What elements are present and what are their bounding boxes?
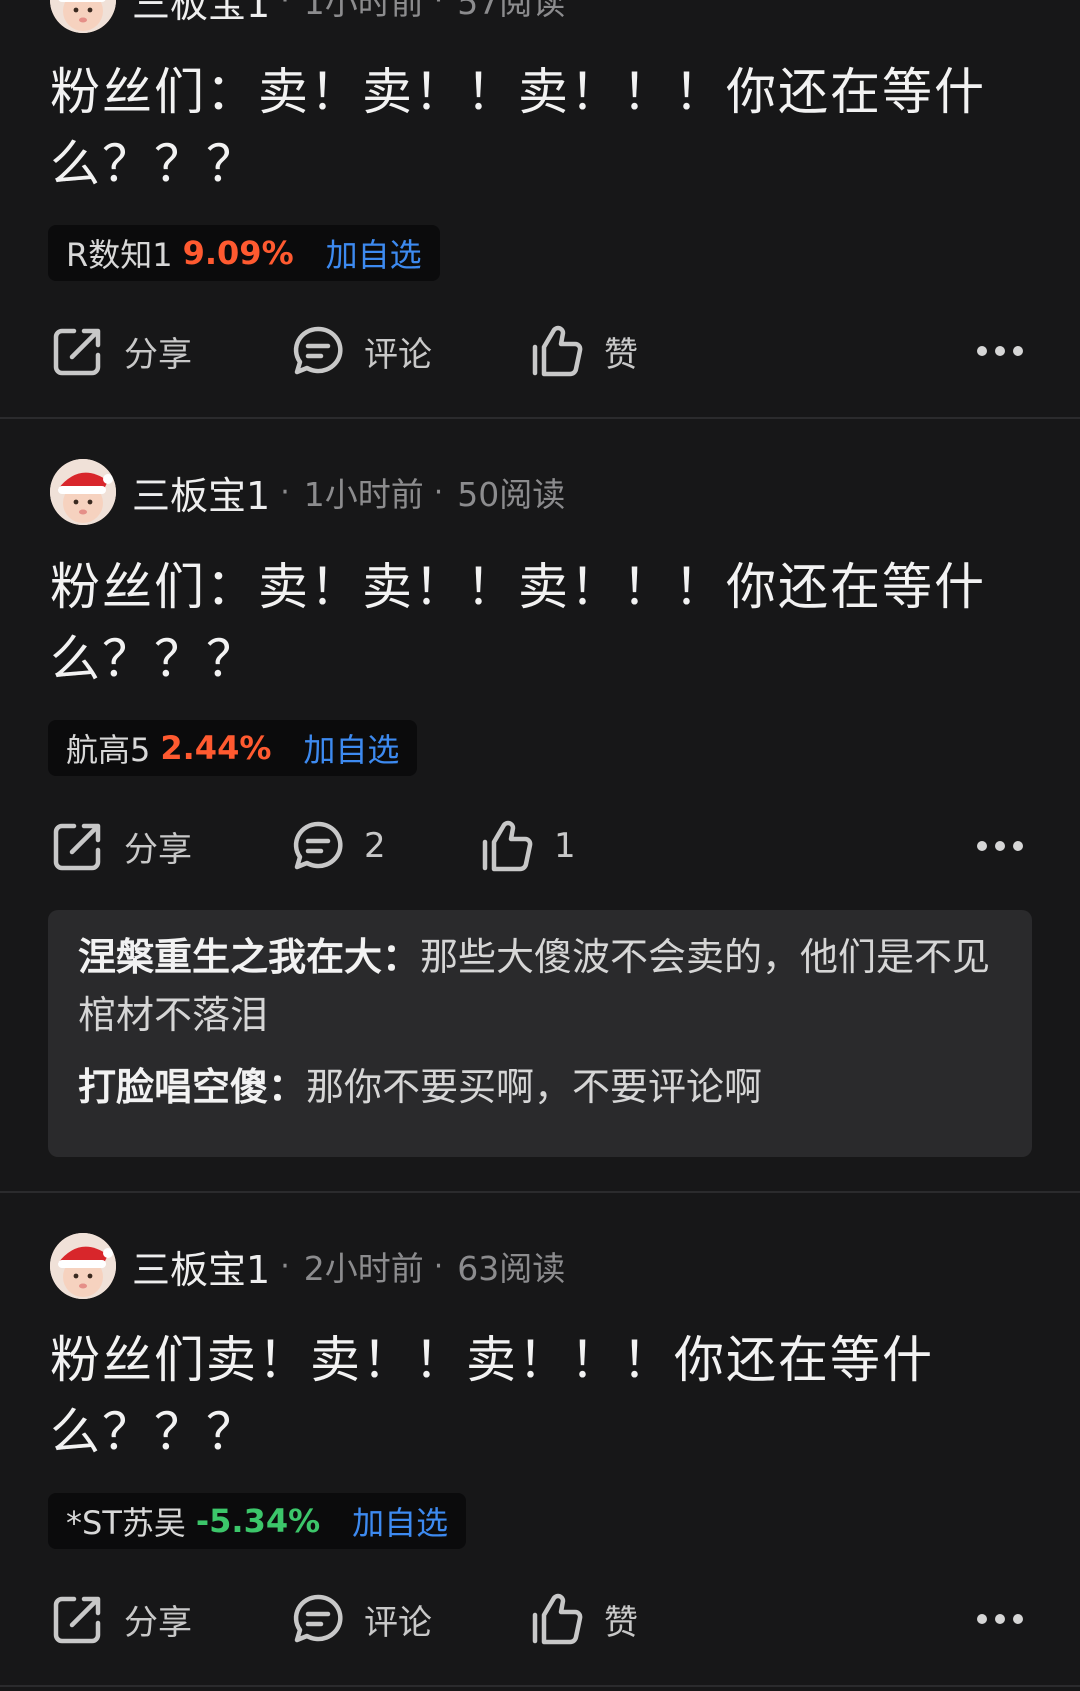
divider [0,1191,1080,1193]
post-header: 三板宝1 · 1小时前 · 50阅读 [50,458,565,526]
divider [0,417,1080,419]
add-watchlist-button[interactable]: 加自选 [303,725,399,771]
like-button[interactable]: 赞 [530,321,638,381]
share-button[interactable]: 分享 [50,1589,192,1649]
read-count: 50阅读 [457,475,566,514]
thumbs-up-icon [480,818,536,874]
comment-item[interactable]: 涅槃重生之我在大：那些大傻波不会卖的，他们是不见棺材不落泪 [78,928,1002,1044]
more-icon [970,816,1030,876]
comment-label: 评论 [364,334,432,375]
stock-change: 2.44% [160,729,272,767]
more-icon [970,321,1030,381]
post-text[interactable]: 粉丝们：卖！卖！！卖！！！你还在等什么？？？ [50,551,1030,695]
post-header: 三板宝1 · 2小时前 · 63阅读 [50,1232,565,1300]
post-text[interactable]: 粉丝们：卖！卖！！卖！！！你还在等什么？？？ [50,56,1030,200]
more-icon [970,1589,1030,1649]
post-header: 三板宝1 · 1小时前 · 57阅读 [50,0,565,34]
thumbs-up-icon [530,323,586,379]
more-button[interactable] [970,1589,1030,1649]
action-bar: 分享 2 1 [50,816,1030,876]
more-button[interactable] [970,816,1030,876]
separator-dot: · [280,474,290,510]
action-bar: 分享 评论 赞 [50,1589,1030,1649]
thumbs-up-icon [530,1591,586,1647]
add-watchlist-button[interactable]: 加自选 [352,1498,448,1544]
separator-dot: · [433,1248,444,1284]
author-name[interactable]: 三板宝1 [132,1239,270,1294]
avatar[interactable] [50,1233,116,1299]
share-icon [50,323,106,379]
comment-author[interactable]: 打脸唱空傻： [78,1065,306,1109]
like-count: 1 [554,826,576,866]
stock-change: 9.09% [182,234,294,272]
share-label: 分享 [124,1602,192,1643]
stock-tag[interactable]: 航高5 2.44% 加自选 [48,720,418,776]
post-text[interactable]: 粉丝们卖！卖！！卖！！！你还在等什么？？？ [50,1324,990,1468]
separator-dot: · [433,0,444,18]
author-name[interactable]: 三板宝1 [132,0,270,28]
comment-author[interactable]: 涅槃重生之我在大： [78,935,420,979]
share-button[interactable]: 分享 [50,816,192,876]
post-time: 1小时前 [303,0,424,22]
add-watchlist-button[interactable]: 加自选 [326,230,422,276]
stock-name: 航高5 [66,731,151,769]
comment-icon [290,1591,346,1647]
share-icon [50,1591,106,1647]
post-time: 2小时前 [303,1249,424,1288]
like-label: 赞 [604,1602,638,1643]
divider [0,1685,1080,1687]
separator-dot: · [280,0,290,18]
share-label: 分享 [124,334,192,375]
comment-icon [290,323,346,379]
stock-change: -5.34% [195,1502,321,1540]
share-icon [50,818,106,874]
post-time: 1小时前 [303,475,424,514]
like-label: 赞 [604,334,638,375]
avatar[interactable] [50,459,116,525]
read-count: 63阅读 [457,1249,566,1288]
comment-button[interactable]: 评论 [290,1589,432,1649]
comment-text: 那你不要买啊，不要评论啊 [306,1065,763,1109]
comment-preview[interactable]: 涅槃重生之我在大：那些大傻波不会卖的，他们是不见棺材不落泪 打脸唱空傻：那你不要… [48,910,1032,1157]
comment-item[interactable]: 打脸唱空傻：那你不要买啊，不要评论啊 [78,1058,1002,1116]
separator-dot: · [433,474,444,510]
share-button[interactable]: 分享 [50,321,192,381]
like-button[interactable]: 1 [480,816,576,876]
read-count: 57阅读 [457,0,566,22]
comment-button[interactable]: 2 [290,816,386,876]
more-button[interactable] [970,321,1030,381]
avatar[interactable] [50,0,116,33]
comment-label: 评论 [364,1602,432,1643]
author-name[interactable]: 三板宝1 [132,465,270,520]
stock-tag[interactable]: R数知1 9.09% 加自选 [48,225,440,281]
stock-name: R数知1 [66,236,173,274]
stock-tag[interactable]: *ST苏吴 -5.34% 加自选 [48,1493,467,1549]
stock-name: *ST苏吴 [66,1504,186,1542]
action-bar: 分享 评论 赞 [50,321,1030,381]
like-button[interactable]: 赞 [530,1589,638,1649]
comment-count: 2 [364,826,386,866]
share-label: 分享 [124,829,192,870]
comment-icon [290,818,346,874]
separator-dot: · [280,1248,290,1284]
comment-button[interactable]: 评论 [290,321,432,381]
